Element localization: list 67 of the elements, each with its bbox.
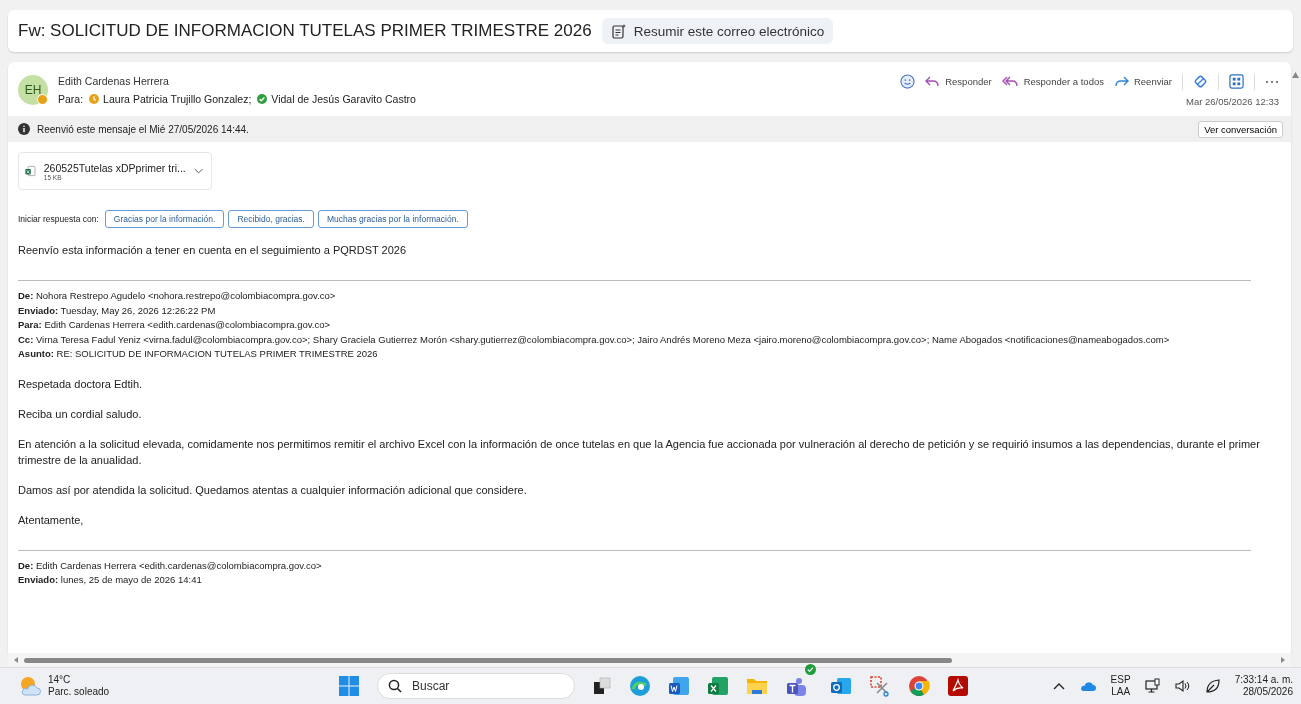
suggested-reply-button[interactable]: Muchas gracias por la información. [317,210,468,228]
paragraph: En atención a la solicitud elevada, comidamente nos permitimos remitir el archivo Excel con la información de once tutelas en que la Agencia fue accionada por vulneración al derecho de petición y se requirió insumos a las dependencias, durante el primer trimestre de la anualidad. [18,436,1261,468]
forwarded-header-line: De: Edith Cardenas Herrera <edith.cardenas@colombiacompra.gov.co> [18,558,323,573]
forward-button[interactable]: Reenviar [1113,75,1172,88]
message-date: Mar 26/05/2026 12:33 [1186,95,1279,107]
suggested-reply-button[interactable]: Gracias por la información. [104,210,225,228]
temperature[interactable]: 14°C [48,674,110,686]
to-label: Para: [58,93,84,105]
mail-app-icon[interactable] [830,675,852,697]
summarize-button[interactable]: Resumir este correo electrónico [601,18,834,44]
language-indicator[interactable]: ESP [1110,674,1131,686]
more-icon[interactable] [1265,79,1279,84]
chevron-up-icon[interactable] [1052,682,1065,690]
avatar[interactable]: EH [18,75,48,105]
keyboard-layout[interactable]: LAA [1111,686,1131,698]
recipient[interactable]: Laura Patricia Trujillo Gonzalez; [89,93,252,105]
paragraph: Atentamente, [18,512,85,528]
clock-time[interactable]: 7:33:14 a. m. [1234,674,1293,686]
browser-icon[interactable] [629,675,651,697]
speaker-icon[interactable] [1174,679,1191,693]
diamond-icon[interactable] [1193,74,1208,89]
reply-all-icon [1001,75,1019,88]
clock-date[interactable]: 28/05/2026 [1242,686,1293,698]
view-conversation-button[interactable]: Ver conversación [1198,120,1283,138]
weather-condition[interactable]: Parc. soleado [48,686,110,698]
suggested-replies-label: Iniciar respuesta con: [18,214,99,224]
forward-notice: Reenvió este mensaje el Mié 27/05/2026 14:44. [37,123,249,135]
search-button[interactable]: Buscar [377,673,575,699]
search-icon [388,679,402,693]
reply-icon [925,75,941,88]
task-view-icon[interactable] [592,676,612,696]
scroll-up-icon[interactable] [1292,72,1299,78]
recipient[interactable]: Vidal de Jesús Garavito Castro [257,93,416,105]
attachment-name: 260525Tutelas xDPprimer tri... [43,161,186,174]
spreadsheet-file-icon [25,164,36,178]
windows-logo-icon[interactable] [338,675,360,697]
suggested-reply-button[interactable]: Recibido, gracias. [228,210,314,228]
paragraph: Reciba un cordial saludo. [18,406,143,422]
paragraph: Reenvío esta información a tener en cuenta en el seguimiento a PQRDST 2026 [18,243,408,258]
scissors-icon[interactable] [869,675,891,697]
grid-icon[interactable] [1229,74,1244,89]
network-icon[interactable] [1144,678,1161,694]
chrome-browser-icon[interactable] [908,675,930,697]
forwarded-header-line: Cc: Virna Teresa Fadul Yeniz <virna.fadul@colombiacompra.gov.co>; Shary Graciela Gutierrez Morón <shary.gutierrez@colombiacompra.gov.co>; Jairo Andrés Moreno Meza <jairo.moreno@colombiacompra.gov.co>; Name Abogados <notificaciones@nameabogados.com> [18,332,1171,347]
reply-button[interactable]: Responder [925,75,992,88]
forwarded-header-line: De: Nohora Restrepo Agudelo <nohora.restrepo@colombiacompra.gov.co> [18,289,337,303]
forwarded-header-line: Enviado: Tuesday, May 26, 2026 12:26:22 PM [18,303,217,318]
leaf-icon[interactable] [1204,678,1221,694]
forwarded-header-line: Asunto: RE: SOLICITUD DE INFORMACION TUTELAS PRIMER TRIMESTRE 2026 [18,347,379,361]
summary-icon [610,23,627,39]
paragraph: Respetada doctora Edtih. [18,376,144,392]
word-icon[interactable] [668,675,690,697]
forwarded-header-line: Enviado: lunes, 25 de mayo de 2026 14:41 [18,573,203,587]
emoji-icon[interactable] [900,74,916,89]
chat-app-icon[interactable] [785,675,809,697]
reply-all-button[interactable]: Responder a todos [1001,75,1104,88]
check-badge-icon [805,664,816,675]
info-icon [18,123,30,135]
forward-icon [1113,75,1129,88]
pdf-reader-icon[interactable] [947,675,969,697]
sender-name[interactable]: Edith Cardenas Herrera [58,75,416,87]
paragraph: Damos así por atendida la solicitud. Quedamos atentas a cualquier información adicional que considere. [18,482,528,498]
chevron-down-icon[interactable] [193,167,203,175]
cloud-icon[interactable] [1078,680,1097,692]
forwarded-header-line: Para: Edith Cardenas Herrera <edith.cardenas@colombiacompra.gov.co> [18,318,332,332]
email-subject: Fw: SOLICITUD DE INFORMACION TUTELAS PRIMER TRIMESTRE 2026 [18,21,592,41]
spreadsheet-icon[interactable] [707,675,729,697]
